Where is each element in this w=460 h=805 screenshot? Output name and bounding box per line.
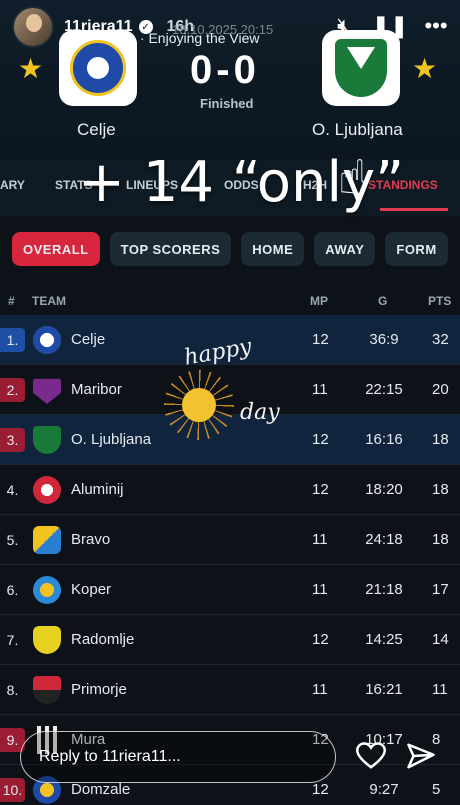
filter-overall[interactable]: OVERALL bbox=[12, 232, 100, 266]
olimpija-logo bbox=[335, 39, 387, 97]
header-goals: G bbox=[378, 294, 388, 308]
header-rank: # bbox=[8, 294, 15, 308]
table-row[interactable]: 7. Radomlje 12 14:25 14 bbox=[0, 615, 460, 665]
tab-summary[interactable]: ARY bbox=[0, 178, 25, 192]
match-status: Finished bbox=[200, 96, 254, 111]
points: 18 bbox=[432, 481, 449, 498]
team-name[interactable]: Celje bbox=[71, 331, 105, 348]
goals: 18:20 bbox=[365, 481, 403, 498]
rank-badge: 2. bbox=[0, 378, 25, 402]
goals: 9:27 bbox=[369, 781, 399, 798]
team-logo bbox=[33, 576, 61, 604]
team-logo bbox=[33, 526, 61, 554]
rank-badge: 10. bbox=[0, 778, 25, 802]
matches-played: 11 bbox=[312, 681, 328, 698]
filter-top-scorers[interactable]: TOP SCORERS bbox=[109, 232, 232, 266]
team-logo bbox=[33, 626, 61, 654]
goals: 16:21 bbox=[365, 681, 403, 698]
table-row[interactable]: 6. Koper 11 21:18 17 bbox=[0, 565, 460, 615]
like-heart-icon[interactable] bbox=[356, 742, 386, 770]
goals: 21:18 bbox=[365, 581, 403, 598]
points: 32 bbox=[432, 331, 449, 348]
sticker-text-happy: happy bbox=[182, 334, 254, 371]
favorite-star-icon[interactable]: ★ bbox=[412, 52, 437, 85]
team-name[interactable]: O. Ljubljana bbox=[71, 431, 151, 448]
reply-input[interactable]: Reply to 11riera11... bbox=[20, 731, 336, 783]
rank-badge: 7. bbox=[6, 632, 19, 648]
team-name[interactable]: Koper bbox=[71, 581, 111, 598]
points: 20 bbox=[432, 381, 449, 398]
standings-filters: OVERALL TOP SCORERS HOME AWAY FORM bbox=[12, 232, 448, 266]
sticker-text-day: day bbox=[240, 400, 280, 425]
favorite-star-icon[interactable]: ★ bbox=[18, 52, 43, 85]
goals: 16:16 bbox=[365, 431, 403, 448]
goals: 24:18 bbox=[365, 531, 403, 548]
rank-badge: 5. bbox=[6, 532, 19, 548]
table-row[interactable]: 8. Primorje 11 16:21 11 bbox=[0, 665, 460, 715]
match-score: 0-0 bbox=[190, 48, 260, 92]
away-team-crest[interactable] bbox=[322, 30, 400, 106]
filter-form[interactable]: FORM bbox=[385, 232, 448, 266]
filter-away[interactable]: AWAY bbox=[314, 232, 376, 266]
match-header: 11riera11 ✓ 16h 18.10.2025 20:15 ▮▮ Harp… bbox=[0, 0, 460, 160]
reply-placeholder: Reply to 11riera11... bbox=[39, 748, 181, 765]
team-name[interactable]: Aluminij bbox=[71, 481, 124, 498]
team-name[interactable]: Bravo bbox=[71, 531, 110, 548]
points: 17 bbox=[432, 581, 449, 598]
more-options-icon[interactable]: ••• bbox=[424, 13, 448, 38]
rank-badge: 1. bbox=[0, 328, 25, 352]
team-name[interactable]: Radomlje bbox=[71, 631, 134, 648]
celje-logo bbox=[70, 40, 126, 96]
points: 5 bbox=[432, 781, 441, 798]
matches-played: 12 bbox=[312, 631, 329, 648]
team-name[interactable]: Primorje bbox=[71, 681, 127, 698]
matches-played: 12 bbox=[312, 331, 329, 348]
points: 11 bbox=[432, 681, 448, 698]
team-name[interactable]: Maribor bbox=[71, 381, 122, 398]
home-team-crest[interactable] bbox=[59, 30, 137, 106]
header-team: TEAM bbox=[32, 294, 66, 308]
table-row[interactable]: 5. Bravo 11 24:18 18 bbox=[0, 515, 460, 565]
points: 14 bbox=[432, 631, 449, 648]
table-row[interactable]: 4. Aluminij 12 18:20 18 bbox=[0, 465, 460, 515]
team-logo bbox=[33, 476, 61, 504]
goals: 14:25 bbox=[365, 631, 403, 648]
rank-badge: 3. bbox=[0, 428, 25, 452]
team-logo bbox=[33, 676, 61, 704]
away-team-name[interactable]: O. Ljubljana bbox=[312, 120, 403, 140]
header-points: PTS bbox=[428, 294, 452, 308]
matches-played: 11 bbox=[312, 381, 328, 398]
matches-played: 11 bbox=[312, 581, 328, 598]
rank-badge: 4. bbox=[6, 482, 19, 498]
matches-played: 12 bbox=[312, 781, 329, 798]
points: 18 bbox=[432, 431, 449, 448]
header-mp: MP bbox=[310, 294, 328, 308]
avatar[interactable] bbox=[12, 6, 54, 48]
home-team-name[interactable]: Celje bbox=[77, 120, 116, 140]
matches-played: 11 bbox=[312, 531, 328, 548]
happy-day-sticker: happy day bbox=[160, 334, 310, 450]
send-icon[interactable] bbox=[406, 742, 436, 770]
matches-played: 12 bbox=[312, 431, 329, 448]
team-logo bbox=[33, 426, 61, 454]
sun-face-icon bbox=[182, 388, 216, 422]
points: 18 bbox=[432, 531, 449, 548]
rank-badge: 6. bbox=[6, 582, 19, 598]
filter-home[interactable]: HOME bbox=[241, 232, 305, 266]
team-name[interactable]: Domzale bbox=[71, 781, 130, 798]
team-logo bbox=[33, 326, 61, 354]
team-logo bbox=[33, 378, 61, 404]
pointing-finger-icon: ☝ bbox=[338, 152, 368, 205]
goals: 36:9 bbox=[369, 331, 399, 348]
standings-header: # TEAM MP G PTS bbox=[0, 290, 460, 314]
goals: 22:15 bbox=[365, 381, 403, 398]
matches-played: 12 bbox=[312, 481, 329, 498]
rank-badge: 8. bbox=[6, 682, 19, 698]
